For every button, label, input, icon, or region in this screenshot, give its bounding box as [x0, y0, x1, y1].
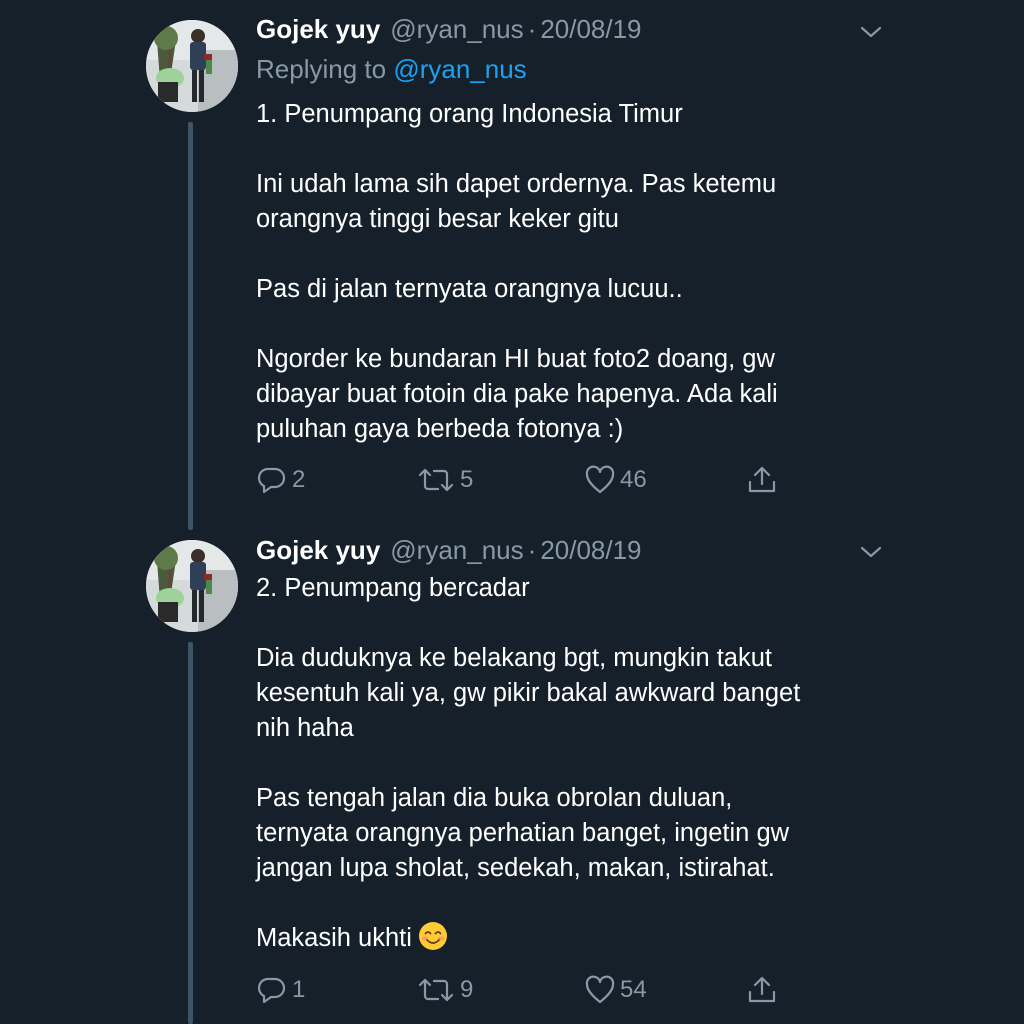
tweet-paragraph: 2. Penumpang bercadar: [256, 574, 530, 602]
reply-icon: [257, 977, 286, 1004]
display-name[interactable]: Gojek yuy: [256, 535, 380, 566]
smiling-face-emoji: [418, 922, 447, 950]
separator-dot: ·: [527, 535, 537, 565]
retweet-button[interactable]: 9: [416, 972, 473, 1008]
like-button[interactable]: 46: [584, 462, 647, 498]
retweet-button[interactable]: 5: [416, 462, 473, 498]
display-name[interactable]: Gojek yuy: [256, 14, 380, 45]
tweet-paragraph: 1. Penumpang orang Indonesia Timur: [256, 100, 683, 128]
retweet-icon: [418, 468, 454, 492]
thread-line: [188, 642, 193, 1024]
tweet-paragraph: Pas tengah jalan dia buka obrolan duluan…: [256, 784, 790, 882]
tweet-paragraph: Ini udah lama sih dapet ordernya. Pas ke…: [256, 170, 777, 233]
like-count: 46: [620, 466, 647, 493]
reply-count: 2: [292, 466, 306, 493]
chevron-down-icon[interactable]: [858, 542, 884, 562]
reply-icon: [257, 467, 286, 494]
tweet-header: Gojek yuy @ryan_nus · 20/08/19: [256, 14, 642, 48]
replying-to-link[interactable]: @ryan_nus: [393, 54, 526, 84]
user-handle[interactable]: @ryan_nus: [390, 535, 523, 566]
tweet-1[interactable]: Gojek yuy @ryan_nus · 20/08/19 Replying …: [0, 0, 1024, 530]
tweet-header: Gojek yuy @ryan_nus · 20/08/19: [256, 535, 642, 569]
like-count: 54: [620, 976, 647, 1003]
share-icon: [748, 466, 776, 493]
tweet-date[interactable]: 20/08/19: [540, 535, 641, 566]
chevron-down-icon[interactable]: [858, 22, 884, 42]
user-handle[interactable]: @ryan_nus: [390, 14, 523, 45]
tweet-paragraph: Ngorder ke bundaran HI buat foto2 doang,…: [256, 345, 778, 443]
tweet-paragraph: Makasih ukhti: [256, 921, 876, 956]
replying-to: Replying to @ryan_nus: [256, 54, 527, 85]
replying-prefix: Replying to: [256, 54, 387, 84]
heart-icon: [585, 975, 615, 1004]
tweet-paragraph: Pas di jalan ternyata orangnya lucuu..: [256, 275, 683, 303]
separator-dot: ·: [527, 14, 537, 44]
retweet-count: 9: [460, 976, 474, 1003]
share-button[interactable]: [746, 972, 778, 1008]
avatar[interactable]: [146, 540, 238, 632]
like-button[interactable]: 54: [584, 972, 647, 1008]
retweet-count: 5: [460, 466, 474, 493]
avatar[interactable]: [146, 20, 238, 112]
tweet-actions: 2 5 46: [256, 462, 796, 498]
reply-count: 1: [292, 976, 306, 1003]
heart-icon: [585, 465, 615, 494]
reply-button[interactable]: 1: [256, 972, 305, 1008]
tweet-2[interactable]: Gojek yuy @ryan_nus · 20/08/19 2. Penump…: [0, 530, 1024, 1024]
retweet-icon: [418, 978, 454, 1002]
tweet-paragraph-text: Makasih ukhti: [256, 924, 412, 952]
tweet-actions: 1 9 54: [256, 972, 796, 1008]
share-button[interactable]: [746, 462, 778, 498]
avatar-photo: [146, 540, 238, 632]
tweet-text: 1. Penumpang orang Indonesia Timur Ini u…: [256, 97, 876, 447]
thread-line: [188, 122, 193, 530]
share-icon: [748, 976, 776, 1003]
tweet-paragraph: Dia duduknya ke belakang bgt, mungkin ta…: [256, 644, 801, 742]
tweet-date[interactable]: 20/08/19: [540, 14, 641, 45]
avatar-photo: [146, 20, 238, 112]
tweet-text: 2. Penumpang bercadar Dia duduknya ke be…: [256, 571, 876, 956]
reply-button[interactable]: 2: [256, 462, 305, 498]
